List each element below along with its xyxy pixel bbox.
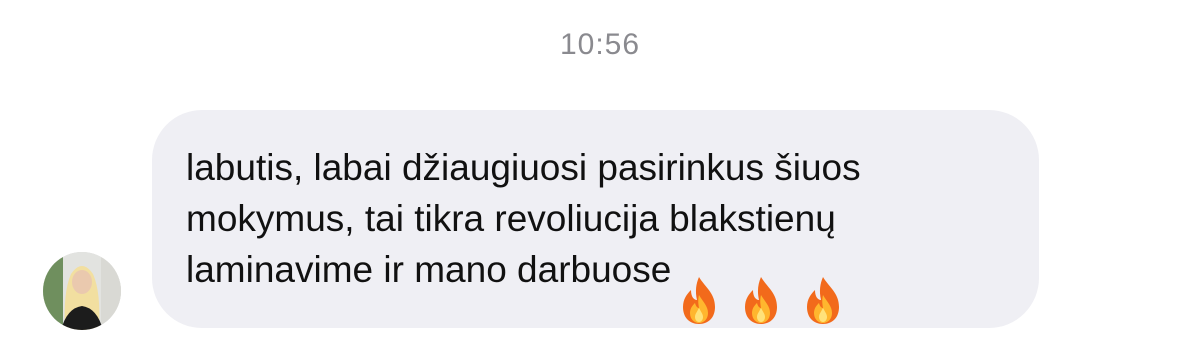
- fire-icon: [745, 277, 778, 324]
- chat-screen: 10:56 labutis, labai džiaugiuosi pasirin…: [0, 0, 1200, 338]
- message-timestamp: 10:56: [559, 28, 641, 61]
- message-text: labutis, labai džiaugiuosi pasirinkus ši…: [186, 147, 861, 290]
- fire-icon: [807, 277, 840, 324]
- message-bubble[interactable]: labutis, labai džiaugiuosi pasirinkus ši…: [152, 110, 1039, 328]
- emoji-row: [675, 275, 861, 325]
- fire-icon: [683, 277, 716, 324]
- avatar-image: [43, 252, 121, 330]
- avatar[interactable]: [43, 252, 121, 330]
